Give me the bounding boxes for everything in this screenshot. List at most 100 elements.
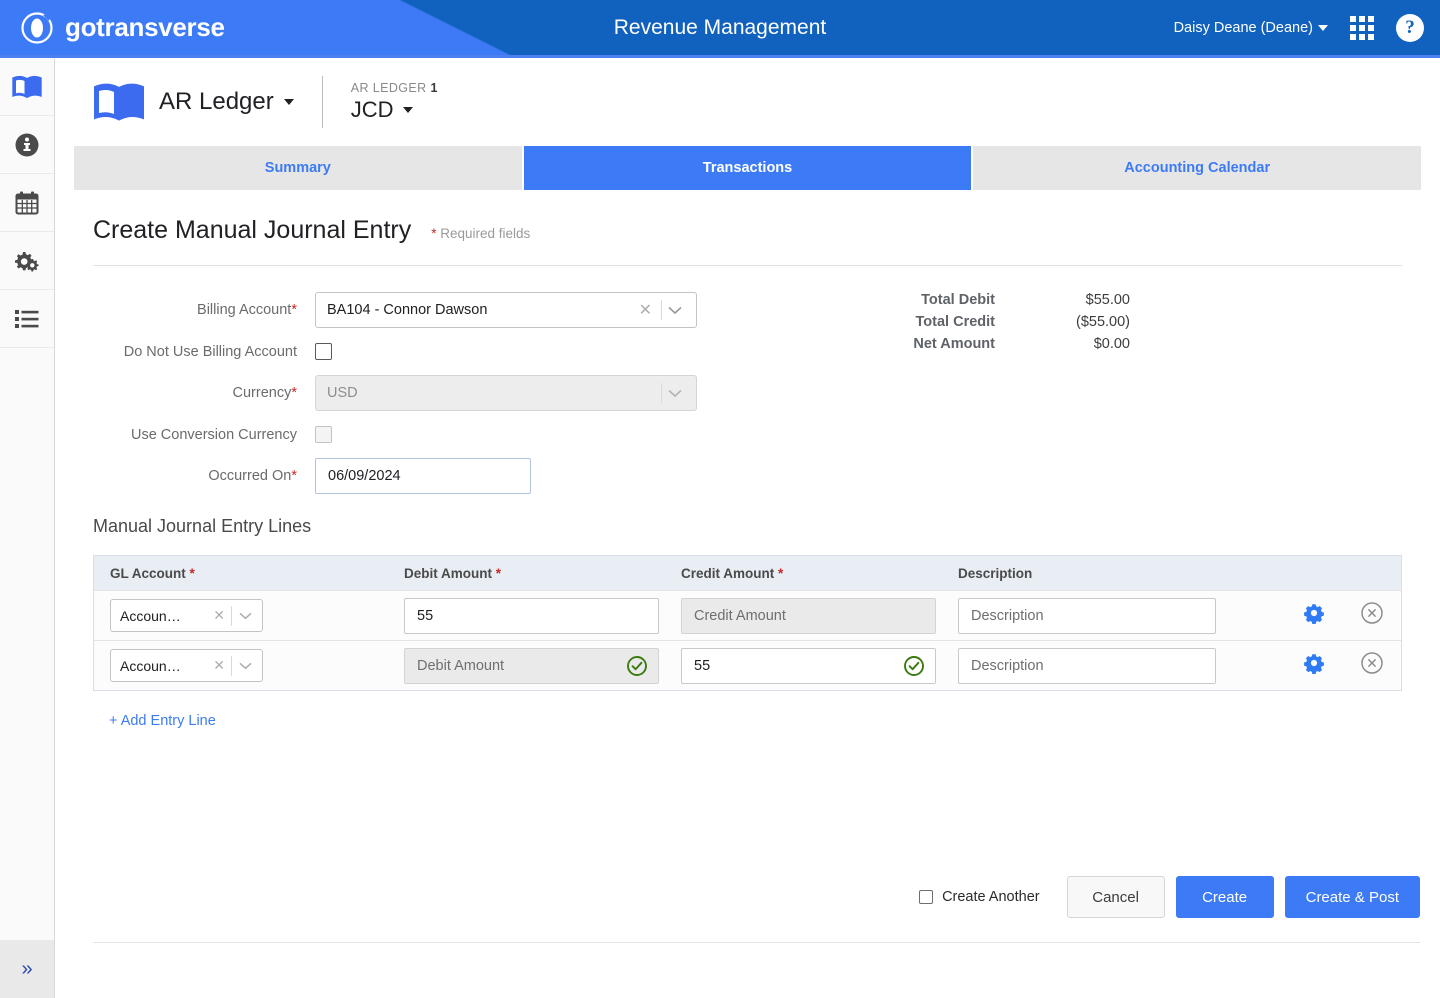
description-input[interactable]: Description [958,597,1216,634]
create-and-post-button-label: Create & Post [1305,888,1399,906]
tab-accounting-calendar[interactable]: Accounting Calendar [973,146,1422,190]
remove-circle-icon[interactable] [1360,601,1384,630]
description-placeholder: Description [971,607,1044,624]
tab-transactions-label: Transactions [702,160,793,176]
sidebar-item-info[interactable] [0,116,54,174]
description-input[interactable]: Description [958,647,1216,684]
page-title: Create Manual Journal Entry [93,216,412,244]
ledger-name-dropdown[interactable]: AR Ledger [159,88,294,116]
chevron-down-icon[interactable] [232,612,258,620]
row-credit-cell: 55 [681,647,958,684]
lines-section-title: Manual Journal Entry Lines [93,516,312,536]
billing-account-value: BA104 - Connor Dawson [327,302,488,318]
tab-summary[interactable]: Summary [74,146,524,190]
info-circle-icon [15,133,39,156]
ledger-book-icon [12,75,42,98]
row-credit-cell: Credit Amount [681,597,958,634]
field-occurred-on: Occurred On* 06/09/2024 [55,458,1440,494]
add-entry-line-link[interactable]: + Add Entry Line [55,691,216,729]
debit-amount-input[interactable]: 55 [404,597,659,634]
do-not-use-billing-account-label: Do Not Use Billing Account [123,343,297,360]
page-title-row: Create Manual Journal Entry * Required f… [55,190,1440,245]
totals-panel: Total Debit $55.00 Total Credit ($55.00)… [795,292,1130,358]
create-and-post-button[interactable]: Create & Post [1284,876,1420,918]
gear-settings-icon[interactable] [1303,602,1325,629]
ledger-code-dropdown[interactable]: JCD [351,97,438,123]
create-button-label: Create [1202,888,1248,906]
gear-settings-icon[interactable] [1303,652,1325,679]
gl-account-value: Accoun… [120,657,181,674]
total-debit-value: $55.00 [1085,292,1130,308]
sidebar-item-ledger[interactable] [0,58,54,116]
row-delete-cell [1343,601,1401,630]
occurred-on-input[interactable]: 06/09/2024 [315,458,531,494]
occurred-on-label-text: Occurred On [208,468,292,484]
help-question-icon[interactable]: ? [1396,13,1424,42]
net-amount-value: $0.00 [1093,336,1130,352]
row-description-cell: Description [958,647,1285,684]
grid-apps-icon[interactable] [1350,15,1374,40]
required-asterisk: * [291,302,297,318]
required-asterisk: * [291,385,297,401]
chevron-down-icon[interactable] [662,306,688,315]
app-header: gotransverse Revenue Management Daisy De… [0,0,1440,55]
user-menu[interactable]: Daisy Deane (Deane) [1174,20,1328,36]
clear-x-icon[interactable]: ✕ [207,657,231,674]
chevron-down-icon[interactable] [232,662,258,670]
sidebar-item-settings[interactable] [0,232,54,290]
row-gl-account-cell: Accoun… ✕ [94,649,404,682]
credit-amount-input[interactable]: 55 [681,647,936,684]
required-fields-note: * Required fields [431,226,530,241]
currency-value: USD [327,385,358,401]
required-asterisk: * [431,226,437,241]
credit-amount-input[interactable]: Credit Amount [681,597,936,634]
debit-amount-placeholder: Debit Amount [417,657,505,674]
form-area: Billing Account* BA104 - Connor Dawson ✕… [55,266,1440,516]
occurred-on-label: Occurred On* [55,468,315,484]
sidebar-expand-button[interactable]: » [0,940,54,998]
use-conversion-currency-label: Use Conversion Currency [130,426,297,443]
currency-label-text: Currency [232,385,292,401]
sidebar-item-calendar[interactable] [0,174,54,232]
billing-account-label-text: Billing Account [197,302,292,318]
debit-amount-header-text: Debit Amount [404,565,492,581]
check-circle-icon [627,655,647,676]
gl-account-select[interactable]: Accoun… ✕ [110,599,263,632]
tab-bar: Summary Transactions Accounting Calendar [74,146,1422,190]
create-another-option[interactable]: Create Another [919,889,1040,905]
column-header-debit-amount: Debit Amount * [404,566,681,581]
header-underline [0,55,1440,58]
remove-circle-icon[interactable] [1360,651,1384,680]
do-not-use-billing-account-checkbox[interactable] [315,343,332,360]
journal-entry-lines-table: GL Account * Debit Amount * Credit Amoun… [93,555,1402,691]
cancel-button[interactable]: Cancel [1066,876,1165,918]
table-row: Accoun… ✕ 55 Credit Amount Description [94,590,1401,640]
clear-x-icon[interactable]: ✕ [207,607,231,624]
currency-select[interactable]: USD [315,375,697,411]
chevron-down-icon [402,107,413,113]
divider [321,76,323,128]
gotransverse-logo-icon [21,11,53,44]
debit-amount-value: 55 [417,607,434,624]
use-conversion-currency-checkbox[interactable] [315,426,332,443]
main-content: AR Ledger AR LEDGER 1 JCD Summary Transa… [55,58,1440,998]
brand-logo[interactable]: gotransverse [20,0,225,55]
table-header-row: GL Account * Debit Amount * Credit Amoun… [94,556,1401,590]
net-amount-row: Net Amount $0.00 [795,336,1130,352]
tab-transactions[interactable]: Transactions [523,146,974,190]
header-actions: Daisy Deane (Deane) ? [1174,0,1424,55]
debit-amount-input[interactable]: Debit Amount [404,647,659,684]
create-button[interactable]: Create [1175,876,1274,918]
chevron-down-icon [283,99,294,105]
gl-account-select[interactable]: Accoun… ✕ [110,649,263,682]
column-header-description: Description [958,565,1033,581]
total-credit-row: Total Credit ($55.00) [795,314,1130,330]
chevron-down-icon[interactable] [662,389,688,398]
create-another-checkbox[interactable] [919,890,934,904]
billing-account-select[interactable]: BA104 - Connor Dawson ✕ [315,292,697,328]
clear-x-icon[interactable]: ✕ [630,300,661,320]
sidebar-item-list[interactable] [0,290,54,348]
brand-name: gotransverse [65,12,225,42]
occurred-on-value: 06/09/2024 [328,468,401,484]
row-settings-cell [1285,652,1343,679]
